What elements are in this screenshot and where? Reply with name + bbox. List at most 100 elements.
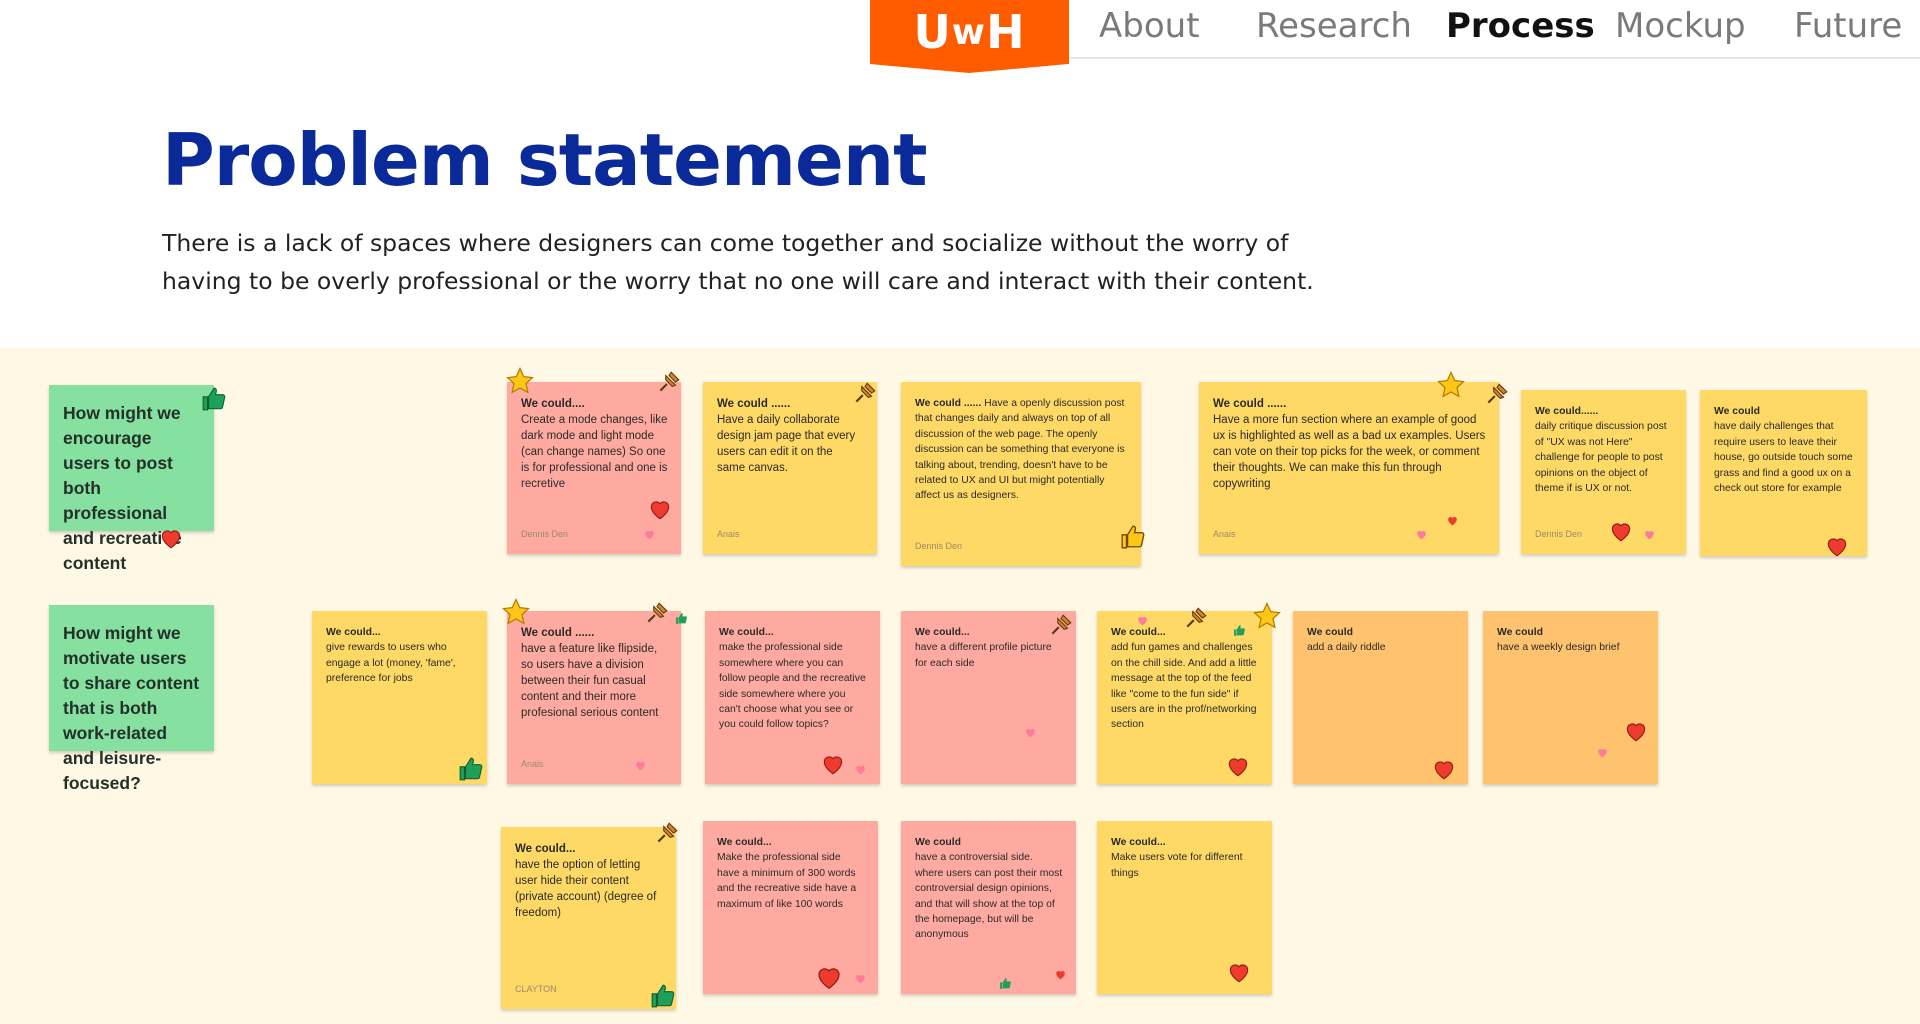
note-body: have a controversial side. where users c… <box>915 852 1063 941</box>
problem-description: There is a lack of spaces where designer… <box>162 229 1314 295</box>
heart-small-icon <box>634 759 647 772</box>
heart-small-icon <box>1136 614 1149 627</box>
note-author: Dennis Den <box>521 529 569 539</box>
thumbs-up-small-icon <box>999 977 1012 990</box>
thumbs-up-green-icon <box>650 983 676 1009</box>
note-body: daily critique discussion post of "UX wa… <box>1535 421 1667 495</box>
note-body: Have a daily collaborate design jam page… <box>717 414 856 474</box>
note-author: Anais <box>521 759 544 769</box>
heart-red-icon <box>1226 959 1252 985</box>
heart-red-icon <box>1824 533 1850 559</box>
note-body: add fun games and challenges on the chil… <box>1111 642 1257 731</box>
heart-small-icon <box>1054 968 1067 981</box>
note-heading: We could <box>915 837 961 848</box>
thumbs-up-green-icon <box>201 386 227 412</box>
heart-small-icon <box>643 528 656 541</box>
note-body: Create a mode changes, like dark mode an… <box>521 414 668 490</box>
heart-red-icon <box>814 962 844 992</box>
heart-red-icon <box>647 496 673 522</box>
sticky-note: We could... make the professional side s… <box>705 611 880 784</box>
heart-small-icon <box>1415 528 1428 541</box>
pin-icon <box>852 380 878 406</box>
note-body: Make users vote for different things <box>1111 852 1243 879</box>
brainstorm-board: How might we encourage users to post bot… <box>0 348 1920 1024</box>
note-heading: We could.... <box>521 398 585 410</box>
page-title: Problem statement <box>162 118 928 202</box>
heart-small-icon <box>854 972 867 985</box>
note-body: have the option of letting user hide the… <box>515 859 657 919</box>
note-heading: We could ...... <box>521 627 595 639</box>
sticky-note: We could have a controversial side. wher… <box>901 821 1076 994</box>
sticky-note: We could...... daily critique discussion… <box>1521 390 1686 554</box>
sticky-note: We could ...... Have a daily collaborate… <box>703 382 877 554</box>
note-body: have a feature like flipside, so users h… <box>521 643 659 719</box>
sticky-note: We could ...... Have a openly discussion… <box>901 382 1141 566</box>
nav-item-about[interactable]: About <box>1099 6 1200 46</box>
thumbs-up-yellow-icon <box>1120 524 1146 550</box>
note-heading: We could... <box>915 627 970 638</box>
note-body: make the professional side somewhere whe… <box>719 642 866 731</box>
note-heading: We could ...... <box>915 398 982 409</box>
note-heading: We could <box>1714 406 1760 417</box>
pin-icon <box>654 820 680 846</box>
hmw-card-motivate: How might we motivate users to share con… <box>49 605 214 793</box>
nav-item-research[interactable]: Research <box>1256 6 1412 46</box>
nav-item-process[interactable]: Process <box>1446 6 1595 46</box>
note-heading: We could <box>1307 627 1353 638</box>
note-author: CLAYTON <box>515 984 557 994</box>
note-author: Dennis Den <box>1535 528 1583 539</box>
heart-small-icon <box>1024 726 1037 739</box>
heart-small-icon <box>1446 514 1459 527</box>
note-heading: We could ...... <box>717 398 791 410</box>
sticky-note: We could... Make the professional side h… <box>703 821 878 994</box>
pin-icon <box>1048 612 1074 638</box>
logo-letter-w: w <box>951 11 987 53</box>
logo-letter-u: U <box>913 5 952 59</box>
pin-icon <box>1183 605 1209 631</box>
logo[interactable]: UwH <box>870 0 1069 73</box>
heart-red-icon <box>1623 718 1649 744</box>
note-body: give rewards to users who engage a lot (… <box>326 642 456 685</box>
heart-red-icon <box>1608 518 1634 544</box>
heart-small-icon <box>1643 528 1656 541</box>
note-heading: We could <box>1497 627 1543 638</box>
note-heading: We could... <box>719 627 774 638</box>
note-body: add a daily riddle <box>1307 642 1386 654</box>
note-body: Have a more fun section where an example… <box>1213 414 1486 490</box>
note-body: Make the professional side have a minimu… <box>717 852 857 910</box>
heart-red-icon <box>1225 753 1251 779</box>
sticky-note: We could have a weekly design brief <box>1483 611 1658 784</box>
thumbs-up-green-icon <box>458 756 484 782</box>
hmw-text: How might we motivate users to share con… <box>63 623 200 793</box>
nav-item-mockup[interactable]: Mockup <box>1615 6 1746 46</box>
note-heading: We could... <box>1111 837 1166 848</box>
note-heading: We could... <box>717 837 772 848</box>
note-body: have a weekly design brief <box>1497 642 1620 654</box>
pin-icon <box>644 600 670 626</box>
note-author: Anais <box>1213 529 1236 539</box>
hmw-card-encourage: How might we encourage users to post bot… <box>49 385 214 573</box>
note-body: have a different profile picture for eac… <box>915 642 1052 669</box>
heart-small-icon <box>854 763 867 776</box>
heart-red-icon <box>820 751 846 777</box>
thumbs-up-small-icon <box>1233 624 1246 637</box>
star-icon <box>1252 601 1282 631</box>
note-heading: We could... <box>515 843 576 855</box>
heart-red-icon <box>158 525 184 551</box>
star-icon <box>505 366 535 396</box>
nav-item-future[interactable]: Future <box>1794 6 1902 46</box>
note-heading: We could... <box>326 627 381 638</box>
star-icon <box>1436 370 1466 400</box>
star-icon <box>501 597 531 627</box>
note-heading: We could...... <box>1535 406 1599 417</box>
note-author: Dennis Den <box>915 540 963 551</box>
heart-small-icon <box>1596 746 1609 759</box>
thumbs-up-small-icon <box>675 612 688 625</box>
sticky-note: We could... have the option of letting u… <box>501 827 676 1009</box>
note-author: Anais <box>717 529 740 539</box>
note-body: Have a openly discussion post that chang… <box>915 398 1125 502</box>
pin-icon <box>1484 381 1510 407</box>
sticky-note: We could ...... Have a more fun section … <box>1199 382 1499 554</box>
sticky-note: We could have daily challenges that requ… <box>1700 390 1867 556</box>
sticky-note: We could ...... have a feature like flip… <box>507 611 681 784</box>
